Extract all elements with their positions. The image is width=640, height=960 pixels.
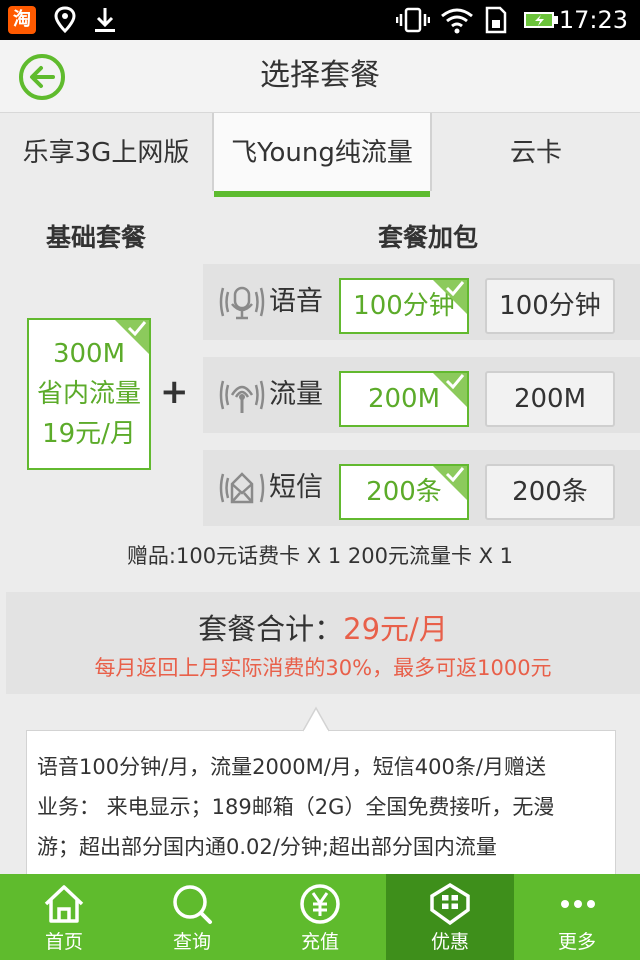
- tab-cloud-card[interactable]: 云卡: [432, 113, 640, 197]
- option-label: 200条: [366, 477, 442, 507]
- option-label: 100分钟: [499, 291, 601, 321]
- nav-label: 首页: [44, 931, 83, 953]
- total-panel: 套餐合计：29元/月 每月返回上月实际消费的30%，最多可返1000元: [6, 592, 640, 694]
- discount-icon: [430, 882, 470, 926]
- base-package-type: 省内流量: [36, 379, 141, 409]
- addon-label-voice: 语音: [269, 286, 323, 317]
- header: 选择套餐: [0, 40, 640, 112]
- description-line: 语音100分钟/月，流量2000M/月，短信400条/月赠送: [37, 755, 546, 779]
- taobao-notification-icon: 淘: [8, 6, 36, 34]
- search-icon: [173, 885, 212, 924]
- nav-label: 查询: [172, 931, 211, 953]
- location-icon: [54, 6, 76, 34]
- check-icon: [445, 281, 465, 296]
- addon-label-data: 流量: [269, 379, 323, 410]
- more-dots-icon: [561, 900, 595, 908]
- bottom-nav: 首页 查询 充值 优惠 更多: [0, 874, 640, 960]
- nav-label: 充值: [300, 931, 339, 953]
- callout-pointer: [303, 706, 329, 732]
- nav-query[interactable]: 查询: [128, 874, 256, 960]
- nav-more[interactable]: 更多: [514, 874, 640, 960]
- base-package-price: 19元/月: [42, 419, 136, 449]
- addon-data-option-selected[interactable]: 200M: [339, 371, 469, 427]
- addon-data-option[interactable]: 200M: [485, 371, 615, 427]
- addon-row-voice: 语音 100分钟 100分钟: [203, 264, 640, 340]
- total-line: 套餐合计：29元/月: [6, 606, 640, 648]
- rebate-text: 每月返回上月实际消费的30%，最多可返1000元: [94, 656, 552, 680]
- addon-row-sms: 短信 200条 200条: [203, 450, 640, 526]
- download-icon: [95, 8, 115, 32]
- tab-feiyoung-data[interactable]: 飞Young纯流量: [214, 113, 430, 197]
- check-icon: [127, 321, 147, 336]
- nav-discount[interactable]: 优惠: [386, 874, 514, 960]
- battery-charging-icon: [524, 12, 558, 28]
- sim-card-icon: [485, 6, 507, 34]
- nav-label: 更多: [557, 931, 596, 953]
- description-line: 游；超出部分国内通0.02/分钟;超出部分国内流量: [37, 835, 497, 859]
- addon-voice-option[interactable]: 100分钟: [485, 278, 615, 334]
- clock: 17:23: [558, 6, 628, 34]
- plan-tabs: 乐享3G上网版 飞Young纯流量 云卡: [0, 112, 640, 197]
- option-label: 200条: [512, 477, 588, 507]
- total-label: 套餐合计：: [198, 612, 344, 646]
- plus-sign: +: [160, 372, 189, 412]
- status-bar: 淘 17:23: [0, 0, 640, 40]
- description-line: 业务： 来电显示；189邮箱（2G）全国免费接听，无漫: [37, 795, 555, 819]
- yuan-coin-icon: [300, 884, 340, 924]
- addon-row-data: 流量 200M 200M: [203, 357, 640, 433]
- page-title: 选择套餐: [260, 58, 380, 93]
- wifi-icon: [441, 8, 473, 34]
- tab-3g-plan[interactable]: 乐享3G上网版: [0, 113, 212, 197]
- plan-description: 语音100分钟/月，流量2000M/月，短信400条/月赠送 业务： 来电显示；…: [26, 730, 616, 880]
- vibrate-icon: [396, 7, 430, 33]
- check-icon: [445, 467, 465, 482]
- addon-label-sms: 短信: [269, 472, 323, 503]
- nav-label: 优惠: [430, 931, 469, 953]
- home-icon: [44, 885, 84, 923]
- option-label: 200M: [367, 384, 441, 414]
- nav-home[interactable]: 首页: [0, 874, 128, 960]
- addon-voice-option-selected[interactable]: 100分钟: [339, 278, 469, 334]
- wifi-signal-icon: [219, 380, 265, 413]
- gift-text: 赠品:100元话费卡 X 1 200元流量卡 X 1: [126, 544, 514, 568]
- microphone-icon: [219, 286, 265, 320]
- addon-sms-option-selected[interactable]: 200条: [339, 464, 469, 520]
- addon-package-heading: 套餐加包: [378, 223, 479, 252]
- base-package-card[interactable]: 300M 省内流量 19元/月: [27, 318, 151, 470]
- check-icon: [445, 374, 465, 389]
- nav-recharge[interactable]: 充值: [256, 874, 384, 960]
- option-label: 200M: [513, 384, 587, 414]
- base-package-heading: 基础套餐: [46, 223, 147, 252]
- envelope-icon: [219, 472, 265, 504]
- total-price: 29元/月: [343, 612, 448, 646]
- addon-sms-option[interactable]: 200条: [485, 464, 615, 520]
